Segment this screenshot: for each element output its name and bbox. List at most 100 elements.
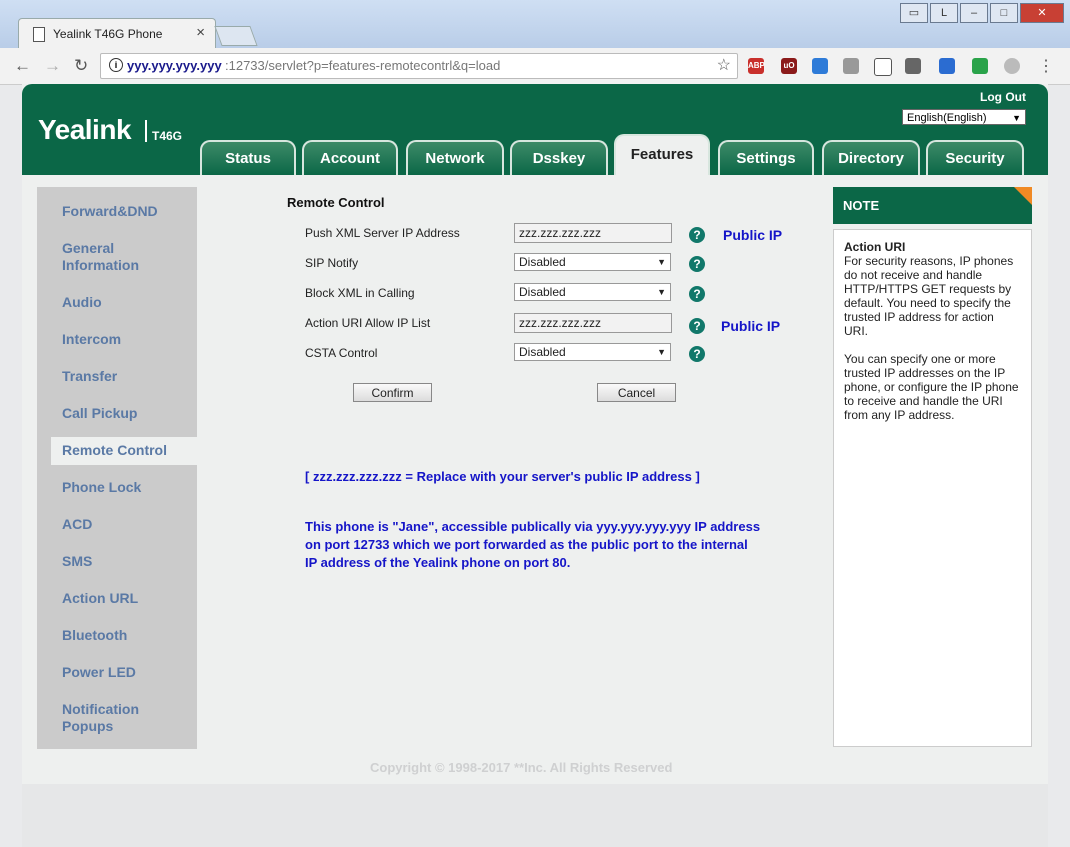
sidebar-item-bluetooth[interactable]: Bluetooth [62, 627, 127, 644]
extension-icon[interactable] [939, 58, 955, 74]
sip-notify-select[interactable]: Disabled ▼ [514, 253, 671, 271]
tab-directory[interactable]: Directory [822, 140, 920, 175]
sidebar-item-remote-control[interactable]: Remote Control [62, 442, 167, 459]
extension-icon[interactable] [812, 58, 828, 74]
sidebar: Forward&DND General Information Audio In… [37, 187, 197, 749]
close-window-icon[interactable]: ✕ [1020, 3, 1064, 23]
block-xml-value: Disabled [519, 285, 566, 299]
url-host: yyy.yyy.yyy.yyy [127, 58, 222, 73]
page-icon [33, 27, 45, 42]
sidebar-item-general-information[interactable]: General Information [62, 240, 162, 274]
model-label: T46G [152, 129, 183, 143]
sidebar-item-notification-popups[interactable]: Notification Popups [62, 701, 162, 735]
sidebar-item-intercom[interactable]: Intercom [62, 331, 121, 348]
note-paragraph: You can specify one or more trusted IP a… [844, 352, 1019, 422]
cast-icon[interactable] [874, 58, 892, 76]
new-tab-button[interactable] [214, 26, 258, 46]
sidebar-item-power-led[interactable]: Power LED [62, 664, 136, 681]
phone-access-note-line: on port 12733 which we port forwarded as… [305, 537, 748, 552]
address-bar[interactable]: i yyy.yyy.yyy.yyy :12733/servlet?p=featu… [100, 53, 738, 79]
block-xml-select[interactable]: Disabled ▼ [514, 283, 671, 301]
push-xml-ip-input[interactable]: zzz.zzz.zzz.zzz [514, 223, 672, 243]
note-corner-decoration [1014, 187, 1032, 205]
chevron-down-icon: ▼ [657, 287, 666, 297]
logo-divider [145, 120, 147, 142]
tab-status[interactable]: Status [200, 140, 296, 175]
tab-network[interactable]: Network [406, 140, 504, 175]
phone-access-note-line: IP address of the Yealink phone on port … [305, 555, 571, 570]
minimize-icon[interactable]: – [960, 3, 988, 23]
tab-features[interactable]: Features [614, 134, 710, 175]
note-title: Action URI [844, 240, 906, 254]
language-value: English(English) [907, 112, 987, 124]
adblock-icon[interactable]: ABP [748, 58, 765, 74]
logout-link[interactable]: Log Out [980, 90, 1026, 104]
sidebar-item-acd[interactable]: ACD [62, 516, 92, 533]
shield-icon[interactable] [972, 58, 988, 74]
forward-icon[interactable]: → [44, 56, 61, 76]
sidebar-item-forward-dnd[interactable]: Forward&DND [62, 203, 158, 220]
browser-tab[interactable]: Yealink T46G Phone × [18, 18, 216, 49]
public-ip-note: Public IP [721, 318, 781, 334]
language-select[interactable]: English(English) ▼ [902, 109, 1026, 125]
reload-icon[interactable]: ↻ [74, 56, 88, 76]
address-toolbar: ← → ↻ i yyy.yyy.yyy.yyy :12733/servlet?p… [0, 48, 1070, 85]
sip-notify-label: SIP Notify [305, 256, 359, 270]
replace-ip-note: [ zzz.zzz.zzz.zzz = Replace with your se… [305, 469, 700, 484]
tab-title: Yealink T46G Phone [53, 27, 163, 41]
sidebar-item-call-pickup[interactable]: Call Pickup [62, 405, 137, 422]
tab-settings[interactable]: Settings [718, 140, 814, 175]
section-title: Remote Control [287, 195, 385, 210]
tab-account[interactable]: Account [302, 140, 398, 175]
yealink-logo: Yealink [38, 114, 132, 145]
phone-access-note-line: This phone is "Jane", accessible publica… [305, 519, 761, 534]
extension-icon[interactable] [843, 58, 859, 74]
help-icon[interactable]: ? [689, 227, 705, 243]
csta-label: CSTA Control [305, 346, 378, 360]
sidebar-item-sms[interactable]: SMS [62, 553, 92, 570]
help-icon[interactable]: ? [689, 318, 705, 334]
confirm-button[interactable]: Confirm [353, 383, 432, 402]
browser-titlebar: Yealink T46G Phone × ▭ L – □ ✕ [0, 0, 1070, 49]
copyright: Copyright © 1998-2017 **Inc. All Rights … [370, 760, 673, 775]
web-page: Yealink T46G Log Out English(English) ▼ S… [22, 84, 1048, 847]
public-ip-note: Public IP [723, 227, 783, 243]
sip-notify-value: Disabled [519, 255, 566, 269]
help-icon[interactable]: ? [689, 346, 705, 362]
cancel-button[interactable]: Cancel [597, 383, 676, 402]
action-uri-label: Action URI Allow IP List [305, 316, 431, 330]
block-xml-label: Block XML in Calling [305, 286, 415, 300]
chevron-down-icon: ▼ [1012, 113, 1021, 123]
action-uri-ip-input[interactable]: zzz.zzz.zzz.zzz [514, 313, 672, 333]
sidebar-item-phone-lock[interactable]: Phone Lock [62, 479, 141, 496]
extension-icon[interactable] [1004, 58, 1020, 74]
restore-icon[interactable]: ▭ [900, 3, 928, 23]
extension-icon[interactable] [905, 58, 921, 74]
back-icon[interactable]: ← [14, 56, 31, 76]
page-footer-strip [22, 784, 1048, 847]
header: Yealink T46G Log Out English(English) ▼ S… [22, 84, 1048, 175]
info-icon[interactable]: i [109, 58, 123, 72]
help-icon[interactable]: ? [689, 256, 705, 272]
note-header: NOTE [833, 187, 1032, 224]
note-panel: Action URI For security reasons, IP phon… [833, 229, 1032, 747]
tab-dsskey[interactable]: Dsskey [510, 140, 608, 175]
note-paragraph: For security reasons, IP phones do not r… [844, 254, 1014, 338]
menu-icon[interactable]: ⋮ [1038, 56, 1054, 76]
csta-value: Disabled [519, 345, 566, 359]
sidebar-item-audio[interactable]: Audio [62, 294, 102, 311]
window-controls: ▭ L – □ ✕ [900, 3, 1064, 23]
sidebar-item-transfer[interactable]: Transfer [62, 368, 117, 385]
help-icon[interactable]: ? [689, 286, 705, 302]
sidebar-item-action-url[interactable]: Action URL [62, 590, 138, 607]
chevron-down-icon: ▼ [657, 347, 666, 357]
close-tab-icon[interactable]: × [196, 24, 205, 41]
bookmark-star-icon[interactable]: ☆ [717, 55, 731, 75]
chevron-down-icon: ▼ [657, 257, 666, 267]
profile-icon[interactable]: L [930, 3, 958, 23]
csta-control-select[interactable]: Disabled ▼ [514, 343, 671, 361]
tab-security[interactable]: Security [926, 140, 1024, 175]
push-xml-label: Push XML Server IP Address [305, 226, 460, 240]
maximize-icon[interactable]: □ [990, 3, 1018, 23]
ublock-icon[interactable]: uO [781, 58, 797, 74]
